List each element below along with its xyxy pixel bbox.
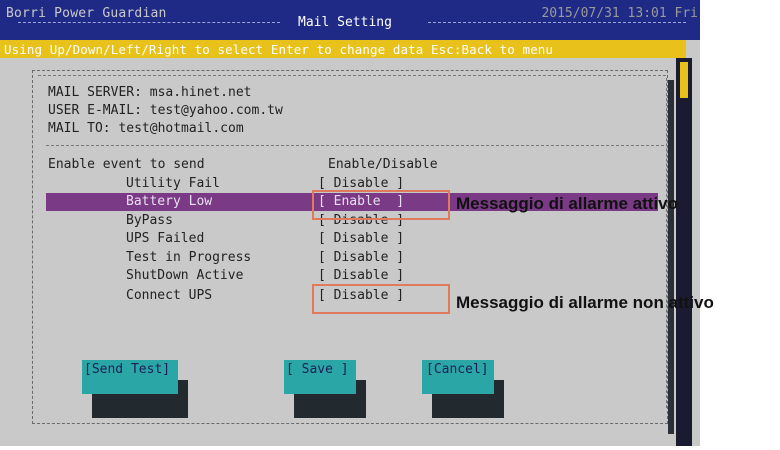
scrollbar[interactable]	[676, 58, 692, 446]
annotation-inactive: Messaggio di allarme non attivo	[456, 293, 714, 312]
events-header-label: Enable event to send	[48, 157, 205, 172]
events-header-status: Enable/Disable	[328, 157, 438, 172]
hint-bar: Using Up/Down/Left/Right to select Enter…	[0, 40, 686, 58]
event-name: Connect UPS	[126, 288, 213, 303]
terminal-window: Borri Power Guardian 2015/07/31 13:01 Fr…	[0, 0, 700, 446]
datetime: 2015/07/31 13:01 Fri	[541, 6, 698, 21]
active-highlight-box	[312, 190, 450, 220]
event-name: ShutDown Active	[126, 268, 244, 283]
cancel-label: [Cancel]	[426, 362, 489, 377]
inactive-highlight-box	[312, 284, 450, 314]
send-test-label: [Send Test]	[84, 362, 171, 377]
annotation-active: Messaggio di allarme attivo	[456, 194, 679, 213]
dialog-inner-border-right	[666, 78, 667, 408]
save-button[interactable]: [ Save ]	[284, 360, 356, 394]
screen-title: Mail Setting	[298, 15, 392, 30]
send-test-button[interactable]: [Send Test]	[82, 360, 178, 394]
event-name: Battery Low	[126, 194, 213, 209]
title-divider-right	[428, 22, 686, 23]
dialog-inner-border	[38, 75, 666, 76]
hint-text: Using Up/Down/Left/Right to select Enter…	[4, 42, 554, 57]
event-name: ByPass	[126, 213, 173, 228]
event-toggle[interactable]: [ Disable ]	[318, 176, 404, 191]
app-title: Borri Power Guardian	[6, 6, 167, 21]
mail-server-field[interactable]: MAIL SERVER: msa.hinet.net	[48, 85, 252, 100]
title-divider-left	[18, 22, 280, 23]
event-name: UPS Failed	[126, 231, 205, 246]
event-toggle[interactable]: [ Disable ]	[318, 231, 404, 246]
section-divider	[46, 145, 664, 146]
event-name: Test in Progress	[126, 250, 252, 265]
event-toggle[interactable]: [ Disable ]	[318, 250, 404, 265]
event-toggle[interactable]: [ Disable ]	[318, 268, 404, 283]
mail-to-field[interactable]: MAIL TO: test@hotmail.com	[48, 121, 244, 136]
title-bar: Borri Power Guardian 2015/07/31 13:01 Fr…	[0, 0, 700, 40]
user-email-field[interactable]: USER E-MAIL: test@yahoo.com.tw	[48, 103, 283, 118]
save-label: [ Save ]	[286, 362, 349, 377]
dialog-shadow	[668, 80, 674, 434]
cancel-button[interactable]: [Cancel]	[422, 360, 494, 394]
scrollbar-thumb[interactable]	[680, 62, 688, 98]
event-name: Utility Fail	[126, 176, 220, 191]
